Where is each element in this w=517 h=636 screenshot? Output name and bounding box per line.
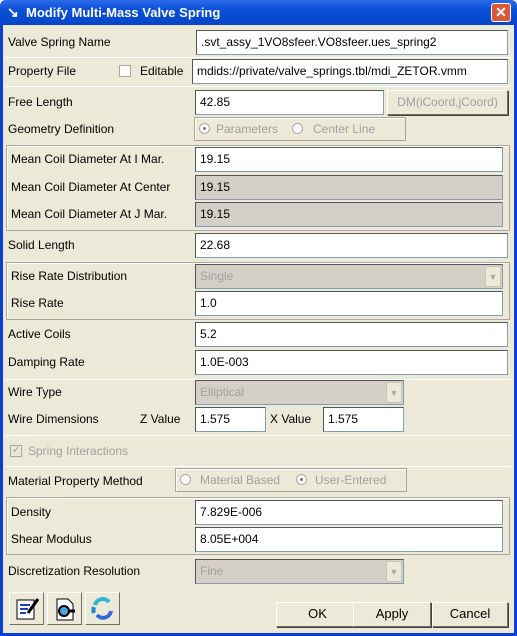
free-length-input[interactable]: 42.85 bbox=[195, 90, 384, 115]
property-file-input[interactable]: mdids://private/valve_springs.tbl/mdi_ZE… bbox=[192, 59, 508, 84]
active-coils-input[interactable]: 5.2 bbox=[195, 322, 508, 347]
material-based-label: Material Based bbox=[200, 473, 281, 487]
rise-rate-input[interactable]: 1.0 bbox=[195, 291, 503, 316]
x-value-input[interactable]: 1.575 bbox=[323, 407, 404, 432]
material-method-radio-group: Material Based User-Entered bbox=[175, 468, 407, 492]
refresh-icon bbox=[91, 597, 113, 620]
damping-rate-input[interactable]: 1.0E-003 bbox=[195, 350, 508, 375]
rise-rate-distribution-label: Rise Rate Distribution bbox=[11, 269, 128, 283]
rise-rate-label: Rise Rate bbox=[11, 296, 64, 310]
discretization-value: Fine bbox=[200, 564, 224, 578]
active-coils-label: Active Coils bbox=[8, 327, 71, 341]
valve-spring-name-input[interactable]: .svt_assy_1VO8sfeer.VO8sfeer.ues_spring2 bbox=[196, 30, 508, 55]
cancel-button[interactable]: Cancel bbox=[432, 602, 508, 627]
shear-modulus-input[interactable]: 8.05E+004 bbox=[195, 527, 503, 552]
divider bbox=[5, 86, 511, 87]
divider bbox=[5, 435, 511, 436]
z-value-input[interactable]: 1.575 bbox=[195, 407, 266, 432]
rise-rate-distribution-value: Single bbox=[200, 269, 234, 283]
center-line-label: Center Line bbox=[313, 122, 376, 136]
edit-notes-icon bbox=[16, 598, 40, 620]
free-length-label: Free Length bbox=[8, 95, 73, 109]
solid-length-input[interactable]: 22.68 bbox=[195, 233, 508, 258]
parameters-radio[interactable] bbox=[199, 123, 210, 134]
material-based-radio[interactable] bbox=[180, 474, 191, 485]
user-entered-radio[interactable] bbox=[296, 474, 307, 485]
editable-label: Editable bbox=[140, 64, 184, 78]
x-value-label: X Value bbox=[270, 412, 312, 426]
dropdown-arrow-icon[interactable]: ▼ bbox=[386, 382, 402, 403]
density-input[interactable]: 7.829E-006 bbox=[195, 500, 503, 525]
app-icon: ↘ bbox=[7, 4, 19, 20]
divider bbox=[5, 57, 511, 58]
dialog-body: Valve Spring Name .svt_assy_1VO8sfeer.VO… bbox=[3, 25, 514, 633]
mean-coil-i-label: Mean Coil Diameter At I Mar. bbox=[11, 152, 165, 166]
user-entered-label: User-Entered bbox=[315, 473, 387, 487]
material-property-method-label: Material Property Method bbox=[8, 474, 143, 488]
dropdown-arrow-icon[interactable]: ▼ bbox=[386, 561, 402, 582]
editable-checkbox[interactable] bbox=[119, 65, 131, 77]
geometry-radio-group: Parameters Center Line bbox=[194, 117, 406, 141]
wire-dimensions-label: Wire Dimensions bbox=[8, 412, 99, 426]
wire-type-select[interactable]: Elliptical ▼ bbox=[195, 380, 404, 405]
mean-coil-i-input[interactable]: 19.15 bbox=[195, 147, 503, 172]
title-bar[interactable]: ↘ Modify Multi-Mass Valve Spring ✕ bbox=[0, 0, 517, 25]
wire-type-label: Wire Type bbox=[8, 385, 62, 399]
file-search-icon bbox=[56, 598, 75, 621]
mean-coil-j-label: Mean Coil Diameter At J Mar. bbox=[11, 207, 168, 221]
dm-coord-button[interactable]: DM(iCoord,jCoord) bbox=[387, 90, 508, 115]
apply-button[interactable]: Apply bbox=[353, 602, 431, 627]
mean-coil-j-input[interactable]: 19.15 bbox=[195, 202, 503, 227]
geometry-definition-label: Geometry Definition bbox=[8, 122, 115, 136]
valve-spring-name-label: Valve Spring Name bbox=[8, 35, 111, 49]
shear-modulus-label: Shear Modulus bbox=[11, 532, 92, 546]
dropdown-arrow-icon[interactable]: ▼ bbox=[485, 266, 501, 287]
solid-length-label: Solid Length bbox=[8, 238, 75, 252]
mean-coil-center-label: Mean Coil Diameter At Center bbox=[11, 180, 171, 194]
discretization-resolution-label: Discretization Resolution bbox=[8, 564, 141, 578]
dialog-window: ↘ Modify Multi-Mass Valve Spring ✕ Valve… bbox=[0, 0, 517, 636]
refresh-button[interactable] bbox=[85, 592, 120, 625]
property-file-label: Property File bbox=[8, 64, 77, 78]
z-value-label: Z Value bbox=[140, 412, 181, 426]
spring-interactions-checkbox[interactable]: ✓ bbox=[10, 445, 22, 457]
ok-button[interactable]: OK bbox=[276, 602, 359, 627]
parameters-label: Parameters bbox=[216, 122, 279, 136]
window-title: Modify Multi-Mass Valve Spring bbox=[26, 5, 221, 20]
wire-type-value: Elliptical bbox=[200, 385, 245, 399]
discretization-resolution-select[interactable]: Fine ▼ bbox=[195, 559, 404, 584]
spring-interactions-label: Spring Interactions bbox=[28, 444, 129, 458]
close-button[interactable]: ✕ bbox=[491, 3, 511, 22]
divider bbox=[5, 466, 511, 467]
mean-coil-center-input[interactable]: 19.15 bbox=[195, 175, 503, 200]
center-line-radio[interactable] bbox=[292, 123, 303, 134]
damping-rate-label: Damping Rate bbox=[8, 355, 85, 369]
edit-notes-button[interactable] bbox=[9, 592, 44, 625]
rise-rate-distribution-select[interactable]: Single ▼ bbox=[195, 264, 503, 289]
density-label: Density bbox=[11, 505, 52, 519]
file-search-button[interactable] bbox=[47, 592, 82, 625]
